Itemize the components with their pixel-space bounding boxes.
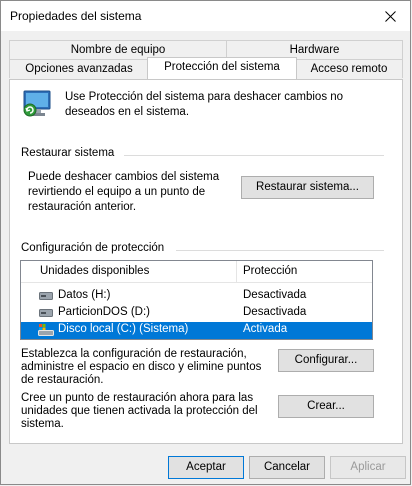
tab-proteccion-del-sistema[interactable]: Protección del sistema <box>147 57 297 79</box>
column-header-drives[interactable]: Unidades disponibles <box>40 265 149 277</box>
system-properties-window: Propiedades del sistema Nombre de equipo… <box>0 0 411 485</box>
tab-label: Opciones avanzadas <box>25 63 133 75</box>
restore-section-title: Restaurar sistema <box>21 147 115 159</box>
list-item-selected[interactable]: Disco local (C:) (Sistema) Activada <box>21 322 372 339</box>
drive-name: Disco local (C:) (Sistema) <box>58 323 189 335</box>
configure-button[interactable]: Configurar... <box>278 349 374 372</box>
drive-icon <box>39 309 53 317</box>
tab-opciones-avanzadas[interactable]: Opciones avanzadas <box>9 59 149 78</box>
drive-name: ParticionDOS (D:) <box>58 306 151 318</box>
window-title: Propiedades del sistema <box>10 9 142 23</box>
drives-list[interactable]: Unidades disponibles Protección Datos (H… <box>20 260 373 340</box>
drive-protection: Desactivada <box>243 306 307 318</box>
create-button[interactable]: Crear... <box>278 395 374 418</box>
list-item[interactable]: ParticionDOS (D:) Desactivada <box>21 305 372 322</box>
list-header: Unidades disponibles Protección <box>21 261 372 283</box>
protection-section-title: Configuración de protección <box>21 242 165 254</box>
drive-protection: Activada <box>243 323 288 335</box>
list-item[interactable]: Datos (H:) Desactivada <box>21 288 372 305</box>
system-drive-icon <box>38 324 54 336</box>
tab-label: Nombre de equipo <box>70 44 166 56</box>
configure-description: Establezca la configuración de restaurac… <box>21 348 262 386</box>
intro-text: Use Protección del sistema para deshacer… <box>65 91 344 118</box>
close-icon <box>384 10 396 22</box>
cancel-button[interactable]: Cancelar <box>249 456 325 479</box>
ok-button[interactable]: Aceptar <box>168 456 244 479</box>
close-button[interactable] <box>370 1 410 31</box>
create-description: Cree un punto de restauración ahora para… <box>21 392 258 430</box>
drive-icon <box>39 292 53 300</box>
system-protection-icon <box>23 90 51 117</box>
title-bar: Propiedades del sistema <box>1 1 410 31</box>
restore-section-divider <box>124 155 384 156</box>
column-separator[interactable] <box>236 261 237 283</box>
tab-label: Hardware <box>289 44 340 56</box>
tab-label: Protección del sistema <box>164 61 280 73</box>
restore-system-button[interactable]: Restaurar sistema... <box>241 176 374 199</box>
column-header-protection[interactable]: Protección <box>243 265 297 277</box>
tab-label: Acceso remoto <box>310 63 388 75</box>
tab-acceso-remoto[interactable]: Acceso remoto <box>295 59 403 78</box>
drive-protection: Desactivada <box>243 289 307 301</box>
protection-section-divider <box>176 250 384 251</box>
apply-button[interactable]: Aplicar <box>330 456 406 479</box>
drive-name: Datos (H:) <box>58 289 111 301</box>
restore-description: Puede deshacer cambios del sistema revir… <box>28 171 220 213</box>
